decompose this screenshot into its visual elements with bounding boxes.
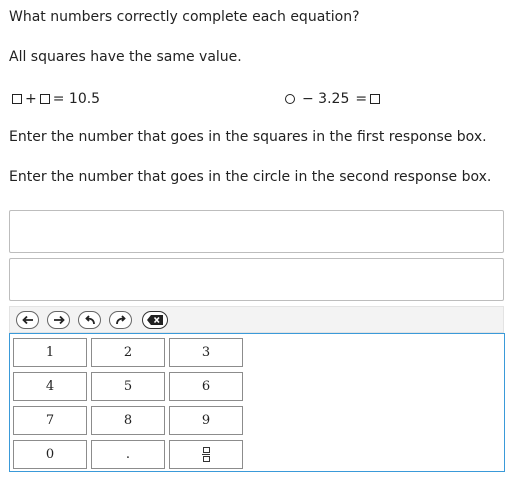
key-1[interactable]: 1 [13,338,87,367]
key-7[interactable]: 7 [13,406,87,435]
key-2[interactable]: 2 [91,338,165,367]
equals-sign: = [355,91,368,107]
squares-note: All squares have the same value. [9,49,242,65]
undo-icon [84,314,95,324]
plus-sign: + [25,91,37,107]
equation-circle: − 3.25 = [285,91,381,107]
key-fraction[interactable] [169,440,243,469]
backspace-button[interactable] [142,310,168,329]
equation-toolbar [9,306,504,333]
response-box-2[interactable] [9,258,504,301]
question-text: What numbers correctly complete each equ… [9,9,360,25]
key-decimal[interactable]: . [91,440,165,469]
left-arrow-icon [21,315,33,324]
square-icon [370,94,381,104]
key-5[interactable]: 5 [91,372,165,401]
redo-icon [115,314,126,324]
backspace-icon [147,314,163,325]
equation-squares: + = 10.5 [12,91,103,107]
key-4[interactable]: 4 [13,372,87,401]
response-box-1[interactable] [9,210,504,253]
key-3[interactable]: 3 [169,338,243,367]
right-arrow-button[interactable] [47,310,70,329]
left-arrow-button[interactable] [16,310,39,329]
key-9[interactable]: 9 [169,406,243,435]
right-arrow-icon [53,315,65,324]
circle-icon [285,94,295,104]
key-6[interactable]: 6 [169,372,243,401]
key-8[interactable]: 8 [91,406,165,435]
redo-button[interactable] [109,310,132,329]
number-keypad: 1 2 3 4 5 6 7 8 9 0 . [9,333,505,472]
instruction-first-box: Enter the number that goes in the square… [9,129,487,145]
undo-button[interactable] [78,310,101,329]
key-0[interactable]: 0 [13,440,87,469]
square-icon [12,94,22,104]
minus-value: − 3.25 [302,91,350,107]
fraction-icon [202,447,210,462]
equation-result: = 10.5 [52,91,101,107]
instruction-second-box: Enter the number that goes in the circle… [9,169,492,185]
square-icon [39,94,50,104]
